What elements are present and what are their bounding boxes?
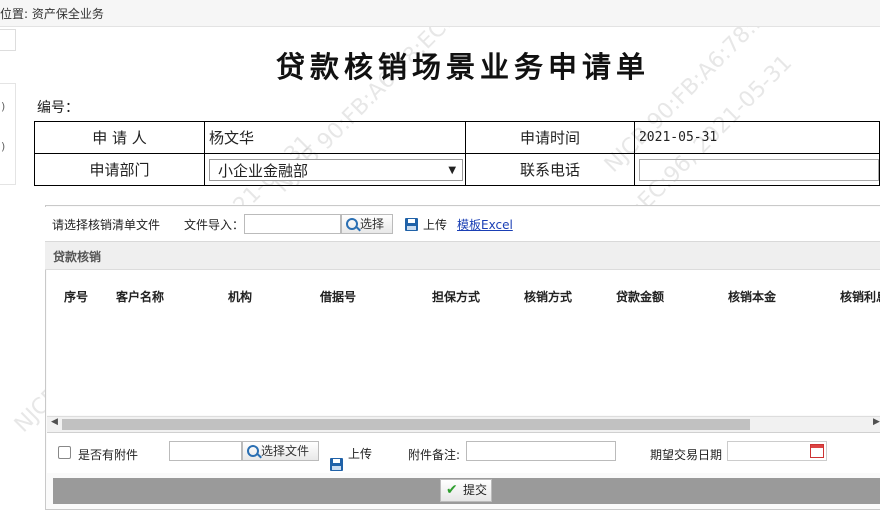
department-label: 申请部门 [33, 153, 206, 186]
search-icon [346, 218, 358, 230]
dropdown-arrow-icon: ▼ [448, 164, 457, 176]
import-prompt: 请选择核销清单文件 [52, 218, 161, 232]
check-icon: ✔ [446, 482, 458, 498]
code-label: 编号： [37, 100, 79, 116]
import-file-input[interactable] [244, 214, 341, 234]
apply-time-value: 2021-05-31 [633, 121, 880, 154]
phone-label: 联系电话 [464, 153, 635, 186]
section-title: 贷款核销 [53, 250, 102, 264]
column-header[interactable]: 核销利息 [840, 288, 880, 305]
column-header[interactable]: 借据号 [320, 288, 356, 305]
has-attachment-label: 是否有附件 [78, 448, 139, 462]
section-header: 贷款核销 [45, 242, 880, 270]
side-text: ) [1, 140, 6, 153]
attachment-upload-button[interactable]: 上传 [348, 445, 372, 462]
submit-label: 提交 [463, 483, 488, 497]
column-header[interactable]: 序号 [64, 288, 88, 305]
template-excel-link[interactable]: 模板Excel [457, 216, 513, 233]
save-icon[interactable] [405, 218, 418, 231]
department-cell: 小企业金融部 ▼ [204, 153, 466, 186]
import-label: 文件导入： [184, 218, 245, 232]
apply-time-label: 申请时间 [464, 121, 635, 154]
trade-date-label: 期望交易日期 [650, 448, 723, 462]
remark-input[interactable] [466, 441, 616, 461]
breadcrumb-bar: 位置: 资产保全业务 [0, 0, 880, 27]
breadcrumb: 位置: 资产保全业务 [0, 7, 104, 21]
applicant-value: 杨文华 [204, 121, 466, 154]
applicant-label: 申 请 人 [33, 121, 206, 154]
scroll-left-icon[interactable]: ◀ [51, 417, 58, 427]
column-header[interactable]: 核销方式 [524, 288, 572, 305]
application-form: 申 请 人 杨文华 申请时间 2021-05-31 申请部门 小企业金融部 ▼ … [33, 121, 880, 186]
column-header[interactable]: 机构 [228, 288, 252, 305]
calendar-icon[interactable] [810, 444, 824, 458]
save-icon[interactable] [330, 458, 343, 471]
department-value: 小企业金融部 [218, 161, 309, 180]
scrollbar-thumb[interactable] [62, 419, 750, 430]
side-panel [0, 83, 16, 185]
side-text: ) [1, 100, 6, 113]
column-header[interactable]: 客户名称 [116, 288, 164, 305]
has-attachment-checkbox[interactable] [58, 446, 71, 459]
remark-label: 附件备注: [408, 448, 461, 462]
scroll-right-icon[interactable]: ▶ [873, 417, 880, 427]
submit-button[interactable]: ✔ 提交 [440, 479, 492, 502]
search-icon [247, 445, 259, 457]
attachment-file-input[interactable] [169, 441, 242, 461]
phone-input[interactable] [638, 158, 879, 181]
choose-file-label: 选择文件 [261, 444, 310, 458]
column-header[interactable]: 贷款金额 [616, 288, 664, 305]
choose-button-label: 选择 [360, 217, 385, 231]
choose-button[interactable]: 选择 [341, 214, 393, 234]
column-header[interactable]: 担保方式 [432, 288, 480, 305]
column-header[interactable]: 核销本金 [728, 288, 776, 305]
upload-button[interactable]: 上传 [423, 216, 447, 233]
page-title: 贷款核销场景业务申请单 [276, 50, 651, 84]
department-select[interactable]: 小企业金融部 ▼ [209, 158, 464, 181]
side-tab[interactable] [0, 29, 16, 51]
choose-file-button[interactable]: 选择文件 [242, 441, 319, 461]
horizontal-scrollbar[interactable]: ◀ ▶ [47, 416, 880, 432]
phone-cell [633, 153, 880, 186]
